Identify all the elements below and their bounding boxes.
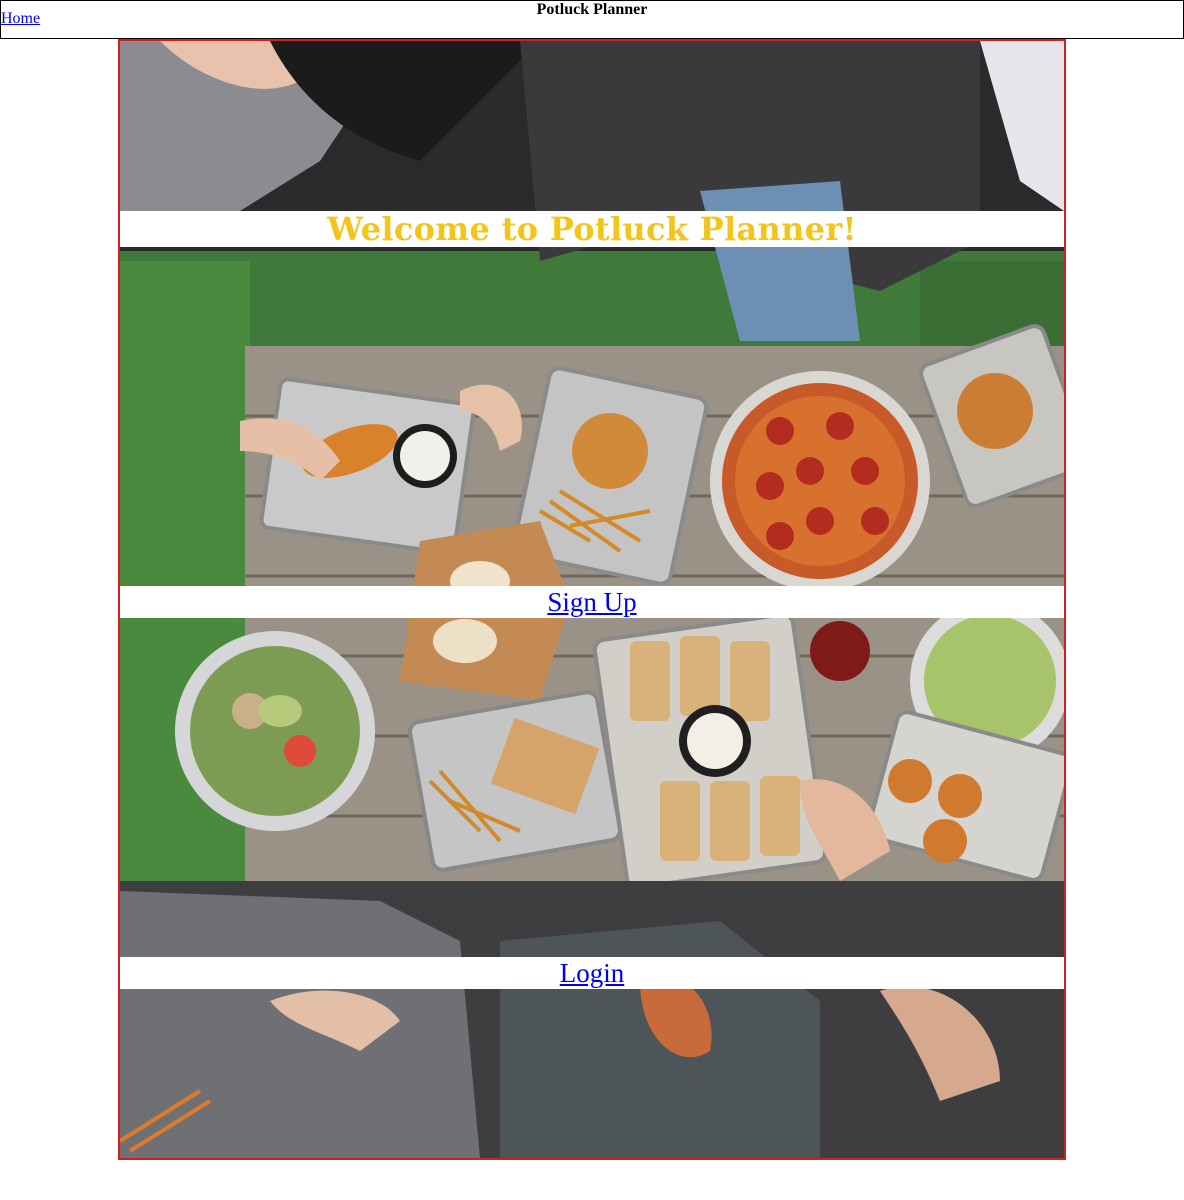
signup-banner: Sign Up [120, 586, 1064, 618]
hero-frame: Welcome to Potluck Planner! Sign Up Logi… [118, 39, 1066, 1160]
top-header: Potluck Planner Home [0, 0, 1184, 39]
login-link[interactable]: Login [560, 958, 625, 988]
home-link[interactable]: Home [1, 10, 40, 28]
welcome-banner: Welcome to Potluck Planner! [120, 211, 1064, 247]
welcome-heading: Welcome to Potluck Planner! [327, 210, 857, 248]
login-banner: Login [120, 957, 1064, 989]
signup-link[interactable]: Sign Up [547, 587, 636, 617]
page-title: Potluck Planner [536, 1, 648, 18]
